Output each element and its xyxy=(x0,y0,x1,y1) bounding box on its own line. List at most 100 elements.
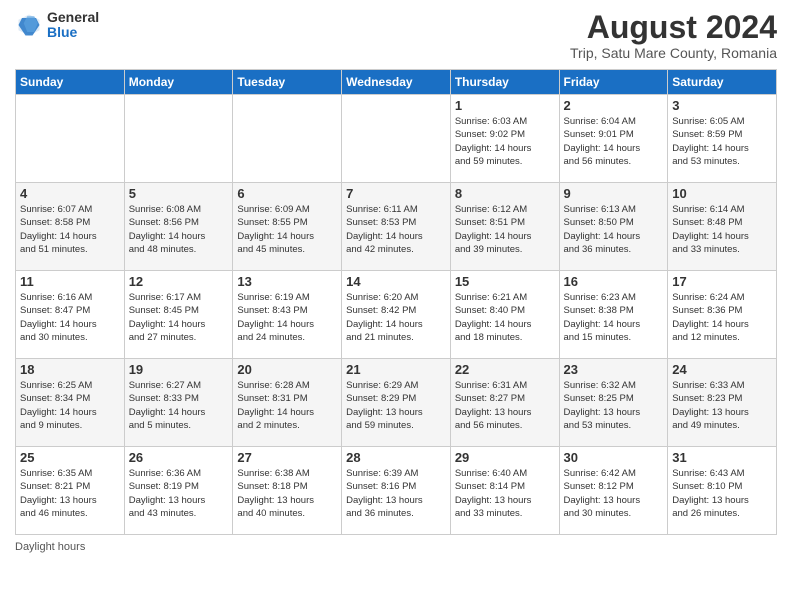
day-number: 7 xyxy=(346,186,446,201)
day-number: 15 xyxy=(455,274,555,289)
day-number: 9 xyxy=(564,186,664,201)
calendar-cell xyxy=(342,95,451,183)
header: General Blue August 2024 Trip, Satu Mare… xyxy=(15,10,777,61)
day-number: 28 xyxy=(346,450,446,465)
calendar-week-1: 1 Sunrise: 6:03 AM Sunset: 9:02 PM Daylig… xyxy=(16,95,777,183)
calendar-cell: 15 Sunrise: 6:21 AM Sunset: 8:40 PM Dayli… xyxy=(450,271,559,359)
title-block: August 2024 Trip, Satu Mare County, Roma… xyxy=(570,10,777,61)
calendar-table: Sunday Monday Tuesday Wednesday Thursday… xyxy=(15,69,777,535)
day-info: Sunrise: 6:25 AM Sunset: 8:34 PM Dayligh… xyxy=(20,379,120,432)
calendar-cell: 30Sunrise: 6:42 AM Sunset: 8:12 PM Dayli… xyxy=(559,447,668,535)
calendar-cell: 19Sunrise: 6:27 AM Sunset: 8:33 PM Dayli… xyxy=(124,359,233,447)
calendar-week-4: 18 Sunrise: 6:25 AM Sunset: 8:34 PM Dayli… xyxy=(16,359,777,447)
logo-icon xyxy=(15,11,43,39)
calendar-cell: 31 Sunrise: 6:43 AM Sunset: 8:10 PM Dayli… xyxy=(668,447,777,535)
day-info: Sunrise: 6:32 AM Sunset: 8:25 PM Dayligh… xyxy=(564,379,664,432)
calendar-cell: 24 Sunrise: 6:33 AM Sunset: 8:23 PM Dayli… xyxy=(668,359,777,447)
calendar-cell: 18 Sunrise: 6:25 AM Sunset: 8:34 PM Dayli… xyxy=(16,359,125,447)
calendar-body: 1 Sunrise: 6:03 AM Sunset: 9:02 PM Daylig… xyxy=(16,95,777,535)
calendar-week-2: 4 Sunrise: 6:07 AM Sunset: 8:58 PM Daylig… xyxy=(16,183,777,271)
logo-blue-text: Blue xyxy=(47,25,99,40)
day-info: Sunrise: 6:17 AM Sunset: 8:45 PM Dayligh… xyxy=(129,291,229,344)
calendar-cell: 2Sunrise: 6:04 AM Sunset: 9:01 PM Daylig… xyxy=(559,95,668,183)
day-number: 29 xyxy=(455,450,555,465)
day-info: Sunrise: 6:38 AM Sunset: 8:18 PM Dayligh… xyxy=(237,467,337,520)
calendar-cell: 27 Sunrise: 6:38 AM Sunset: 8:18 PM Dayli… xyxy=(233,447,342,535)
day-number: 21 xyxy=(346,362,446,377)
calendar-cell: 3 Sunrise: 6:05 AM Sunset: 8:59 PM Daylig… xyxy=(668,95,777,183)
day-info: Sunrise: 6:40 AM Sunset: 8:14 PM Dayligh… xyxy=(455,467,555,520)
calendar-cell: 9Sunrise: 6:13 AM Sunset: 8:50 PM Daylig… xyxy=(559,183,668,271)
day-info: Sunrise: 6:09 AM Sunset: 8:55 PM Dayligh… xyxy=(237,203,337,256)
col-tuesday: Tuesday xyxy=(233,70,342,95)
day-info: Sunrise: 6:21 AM Sunset: 8:40 PM Dayligh… xyxy=(455,291,555,344)
day-number: 24 xyxy=(672,362,772,377)
logo: General Blue xyxy=(15,10,99,41)
day-number: 12 xyxy=(129,274,229,289)
day-number: 27 xyxy=(237,450,337,465)
day-info: Sunrise: 6:28 AM Sunset: 8:31 PM Dayligh… xyxy=(237,379,337,432)
day-info: Sunrise: 6:24 AM Sunset: 8:36 PM Dayligh… xyxy=(672,291,772,344)
logo-text: General Blue xyxy=(47,10,99,41)
calendar-cell: 11Sunrise: 6:16 AM Sunset: 8:47 PM Dayli… xyxy=(16,271,125,359)
day-number: 26 xyxy=(129,450,229,465)
day-info: Sunrise: 6:11 AM Sunset: 8:53 PM Dayligh… xyxy=(346,203,446,256)
day-info: Sunrise: 6:33 AM Sunset: 8:23 PM Dayligh… xyxy=(672,379,772,432)
calendar-week-3: 11Sunrise: 6:16 AM Sunset: 8:47 PM Dayli… xyxy=(16,271,777,359)
calendar-cell xyxy=(233,95,342,183)
calendar-header: Sunday Monday Tuesday Wednesday Thursday… xyxy=(16,70,777,95)
calendar-cell: 20 Sunrise: 6:28 AM Sunset: 8:31 PM Dayli… xyxy=(233,359,342,447)
daylight-label: Daylight hours xyxy=(15,541,85,553)
day-info: Sunrise: 6:42 AM Sunset: 8:12 PM Dayligh… xyxy=(564,467,664,520)
calendar-cell xyxy=(124,95,233,183)
day-number: 22 xyxy=(455,362,555,377)
col-friday: Friday xyxy=(559,70,668,95)
calendar-cell: 7 Sunrise: 6:11 AM Sunset: 8:53 PM Daylig… xyxy=(342,183,451,271)
day-info: Sunrise: 6:14 AM Sunset: 8:48 PM Dayligh… xyxy=(672,203,772,256)
day-number: 18 xyxy=(20,362,120,377)
day-info: Sunrise: 6:36 AM Sunset: 8:19 PM Dayligh… xyxy=(129,467,229,520)
day-number: 8 xyxy=(455,186,555,201)
logo-general-text: General xyxy=(47,10,99,25)
day-info: Sunrise: 6:08 AM Sunset: 8:56 PM Dayligh… xyxy=(129,203,229,256)
day-info: Sunrise: 6:19 AM Sunset: 8:43 PM Dayligh… xyxy=(237,291,337,344)
page: General Blue August 2024 Trip, Satu Mare… xyxy=(0,0,792,612)
footer: Daylight hours xyxy=(15,541,777,553)
col-sunday: Sunday xyxy=(16,70,125,95)
calendar-cell: 4 Sunrise: 6:07 AM Sunset: 8:58 PM Daylig… xyxy=(16,183,125,271)
day-number: 25 xyxy=(20,450,120,465)
day-info: Sunrise: 6:27 AM Sunset: 8:33 PM Dayligh… xyxy=(129,379,229,432)
day-number: 17 xyxy=(672,274,772,289)
day-info: Sunrise: 6:07 AM Sunset: 8:58 PM Dayligh… xyxy=(20,203,120,256)
day-info: Sunrise: 6:05 AM Sunset: 8:59 PM Dayligh… xyxy=(672,115,772,168)
day-number: 3 xyxy=(672,98,772,113)
calendar-cell: 23 Sunrise: 6:32 AM Sunset: 8:25 PM Dayli… xyxy=(559,359,668,447)
calendar-cell: 16 Sunrise: 6:23 AM Sunset: 8:38 PM Dayli… xyxy=(559,271,668,359)
col-thursday: Thursday xyxy=(450,70,559,95)
day-number: 23 xyxy=(564,362,664,377)
day-number: 20 xyxy=(237,362,337,377)
calendar-cell: 22Sunrise: 6:31 AM Sunset: 8:27 PM Dayli… xyxy=(450,359,559,447)
day-number: 1 xyxy=(455,98,555,113)
day-number: 31 xyxy=(672,450,772,465)
day-number: 2 xyxy=(564,98,664,113)
calendar-cell: 26 Sunrise: 6:36 AM Sunset: 8:19 PM Dayli… xyxy=(124,447,233,535)
day-info: Sunrise: 6:43 AM Sunset: 8:10 PM Dayligh… xyxy=(672,467,772,520)
day-info: Sunrise: 6:23 AM Sunset: 8:38 PM Dayligh… xyxy=(564,291,664,344)
calendar-cell: 13Sunrise: 6:19 AM Sunset: 8:43 PM Dayli… xyxy=(233,271,342,359)
day-info: Sunrise: 6:16 AM Sunset: 8:47 PM Dayligh… xyxy=(20,291,120,344)
day-number: 6 xyxy=(237,186,337,201)
calendar-cell: 12 Sunrise: 6:17 AM Sunset: 8:45 PM Dayli… xyxy=(124,271,233,359)
day-info: Sunrise: 6:03 AM Sunset: 9:02 PM Dayligh… xyxy=(455,115,555,168)
main-title: August 2024 xyxy=(570,10,777,45)
calendar-cell: 6 Sunrise: 6:09 AM Sunset: 8:55 PM Daylig… xyxy=(233,183,342,271)
day-info: Sunrise: 6:20 AM Sunset: 8:42 PM Dayligh… xyxy=(346,291,446,344)
calendar-cell: 21Sunrise: 6:29 AM Sunset: 8:29 PM Dayli… xyxy=(342,359,451,447)
subtitle: Trip, Satu Mare County, Romania xyxy=(570,45,777,61)
day-number: 4 xyxy=(20,186,120,201)
day-number: 16 xyxy=(564,274,664,289)
calendar-cell: 8Sunrise: 6:12 AM Sunset: 8:51 PM Daylig… xyxy=(450,183,559,271)
day-number: 5 xyxy=(129,186,229,201)
day-info: Sunrise: 6:39 AM Sunset: 8:16 PM Dayligh… xyxy=(346,467,446,520)
calendar-cell: 10Sunrise: 6:14 AM Sunset: 8:48 PM Dayli… xyxy=(668,183,777,271)
